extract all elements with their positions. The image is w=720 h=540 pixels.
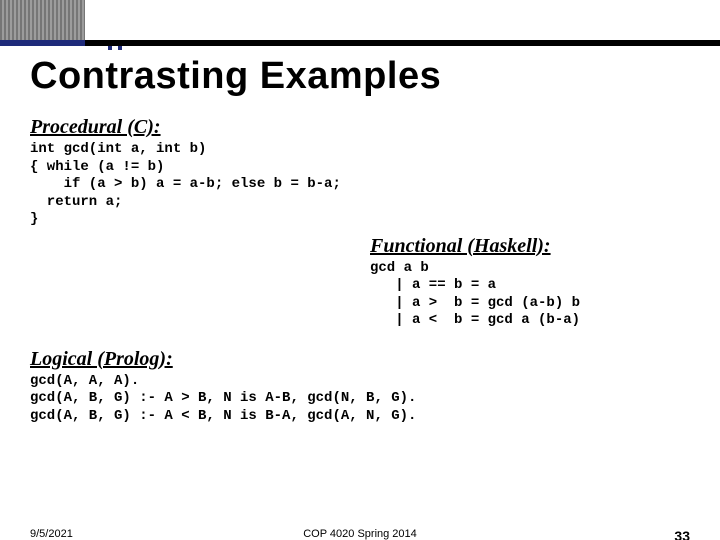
logical-code: gcd(A, A, A). gcd(A, B, G) :- A > B, N i… — [30, 373, 690, 426]
slide-title: Contrasting Examples — [30, 55, 690, 98]
header-divider — [0, 40, 720, 46]
procedural-label: Procedural (C): — [30, 116, 690, 139]
slide-content: Contrasting Examples Procedural (C): int… — [30, 55, 690, 500]
functional-section: Functional (Haskell): gcd a b | a == b =… — [370, 235, 690, 330]
footer-page-number: 33 — [674, 528, 690, 540]
functional-code: gcd a b | a == b = a | a > b = gcd (a-b)… — [370, 260, 690, 330]
footer-course: COP 4020 Spring 2014 — [303, 528, 417, 540]
footer-date: 9/5/2021 — [30, 528, 73, 540]
logical-section: Logical (Prolog): gcd(A, A, A). gcd(A, B… — [30, 348, 690, 426]
procedural-section: Procedural (C): int gcd(int a, int b) { … — [30, 116, 690, 229]
logical-label: Logical (Prolog): — [30, 348, 690, 371]
procedural-code: int gcd(int a, int b) { while (a != b) i… — [30, 141, 690, 229]
functional-label: Functional (Haskell): — [370, 235, 690, 258]
decorative-corner-image — [0, 0, 85, 40]
